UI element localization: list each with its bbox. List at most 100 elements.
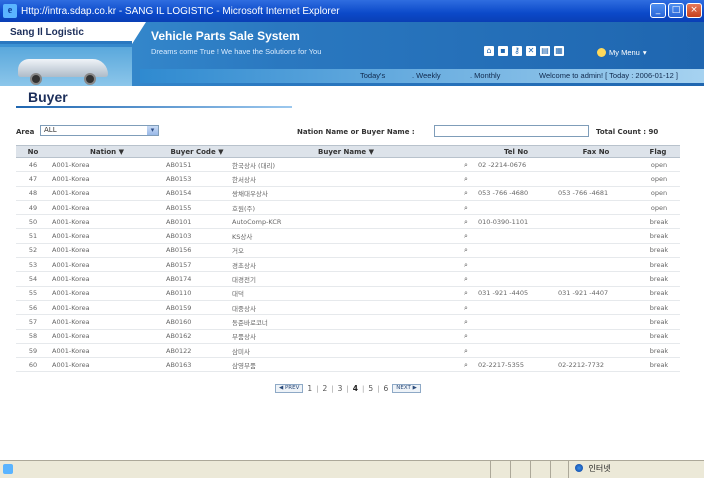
page-1[interactable]: 1 [307,384,312,393]
close-button[interactable]: × [686,3,702,18]
area-select[interactable]: ALL ▾ [40,125,159,136]
page-5[interactable]: 5 [368,384,373,393]
row-buyer-name: 거오 [230,243,462,259]
close-icon[interactable]: ✕ [526,46,536,56]
chevron-down-icon: ▾ [642,48,647,57]
search-input[interactable] [434,125,589,137]
row-flag: break [636,271,680,287]
row-fax-no: 02-2212-7732 [556,357,636,373]
page-6[interactable]: 6 [384,384,389,393]
search-icon[interactable]: ⌕ [464,218,472,226]
search-icon[interactable]: ⌕ [464,246,472,254]
row-buyer-code: AB0154 [164,186,230,201]
search-icon[interactable]: ⌕ [464,304,472,312]
col-search [462,145,476,158]
nav-today[interactable]: Today's [360,71,385,80]
row-buyer-code: AB0162 [164,329,230,344]
maximize-button[interactable]: □ [668,3,684,18]
row-buyer-name: AutoComp-KCR [230,214,462,230]
col-buyer-name[interactable]: Buyer Name ▼ [230,145,462,158]
company-logo[interactable]: Sang Il Logistic [10,27,84,38]
window-controls: _ □ × [650,3,702,18]
my-menu-label: My Menu [609,48,640,57]
row-no: 60 [16,357,50,373]
search-icon[interactable]: ⌕ [464,204,472,212]
row-tel-no [476,329,556,344]
window-title: Http://intra.sdap.co.kr - SANG IL LOGIST… [21,5,340,17]
prev-button[interactable]: ◀ PREV [275,384,304,393]
table-row[interactable]: 55 A001-Korea AB0110 대덕 ⌕ 031 -921 -4405 031 -… [16,286,680,301]
row-tel-no [476,228,556,244]
row-nation: A001-Korea [50,157,164,173]
chevron-down-icon[interactable]: ▾ [147,126,158,135]
table-row[interactable]: 58 A001-Korea AB0162 부품상사 ⌕ break [16,329,680,344]
grid-icon[interactable]: ▦ [554,46,564,56]
row-fax-no [556,314,636,330]
col-nation[interactable]: Nation ▼ [50,145,164,158]
row-buyer-name: KS상사 [230,228,462,244]
table-row[interactable]: 52 A001-Korea AB0156 거오 ⌕ break [16,243,680,259]
col-buyer-code[interactable]: Buyer Code ▼ [164,145,230,158]
my-menu[interactable]: My Menu ▾ [597,48,647,57]
next-button[interactable]: NEXT ▶ [392,384,421,393]
search-icon[interactable]: ⌕ [464,161,472,169]
table-row[interactable]: 56 A001-Korea AB0159 대중상사 ⌕ break [16,300,680,316]
row-fax-no [556,343,636,359]
search-icon-cell: ⌕ [462,171,476,187]
search-icon[interactable]: ⌕ [464,261,472,269]
row-fax-no: 031 -921 -4407 [556,286,636,301]
row-nation: A001-Korea [50,243,164,259]
search-icon[interactable]: ⌕ [464,332,472,340]
row-tel-no: 010-0390-1101 [476,214,556,230]
key-icon[interactable]: ⚷ [512,46,522,56]
table-row[interactable]: 50 A001-Korea AB0101 AutoComp-KCR ⌕ 010-0390-… [16,214,680,230]
search-icon[interactable]: ⌕ [464,347,472,355]
table-row[interactable]: 48 A001-Korea AB0154 쌍채대우상사 ⌕ 053 -766 -4680 0… [16,186,680,201]
table-row[interactable]: 59 A001-Korea AB0122 삼미사 ⌕ break [16,343,680,359]
table-row[interactable]: 60 A001-Korea AB0163 삼영부품 ⌕ 02-2217-5355 02-22… [16,357,680,373]
area-select-value: ALL [44,126,57,134]
search-icon[interactable]: ⌕ [464,275,472,283]
search-icon[interactable]: ⌕ [464,361,472,369]
table-row[interactable]: 47 A001-Korea AB0153 한서상사 ⌕ open [16,171,680,187]
row-nation: A001-Korea [50,343,164,359]
table-row[interactable]: 51 A001-Korea AB0103 KS상사 ⌕ break [16,228,680,244]
table-row[interactable]: 53 A001-Korea AB0157 경초상사 ⌕ break [16,257,680,273]
row-no: 48 [16,186,50,201]
window-titlebar: e Http://intra.sdap.co.kr - SANG IL LOGI… [0,0,704,22]
search-icon[interactable]: ⌕ [464,175,472,183]
page-2[interactable]: 2 [323,384,328,393]
row-no: 59 [16,343,50,359]
page-3[interactable]: 3 [338,384,343,393]
nav-monthly[interactable]: . Monthly [470,71,500,80]
home-icon[interactable]: ⌂ [484,46,494,56]
toolbar-icons: ⌂ ▪ ⚷ ✕ ▤ ▦ [484,46,564,56]
row-flag: open [636,171,680,187]
row-fax-no [556,214,636,230]
table-row[interactable]: 49 A001-Korea AB0155 호원(주) ⌕ open [16,200,680,216]
search-icon[interactable]: ⌕ [464,232,472,240]
print-icon[interactable]: ▤ [540,46,550,56]
row-tel-no [476,343,556,359]
row-tel-no: 02 -2214-0676 [476,157,556,173]
row-buyer-code: AB0103 [164,228,230,244]
minimize-button[interactable]: _ [650,3,666,18]
table-row[interactable]: 57 A001-Korea AB0160 동준바로코너 ⌕ break [16,314,680,330]
save-icon[interactable]: ▪ [498,46,508,56]
logo-area: Sang Il Logistic [0,22,132,44]
page-4-current[interactable]: 4 [353,384,358,393]
search-icon[interactable]: ⌕ [464,318,472,326]
row-no: 57 [16,314,50,330]
row-no: 58 [16,329,50,344]
table-row[interactable]: 46 A001-Korea AB0151 한국상사 (대리) ⌕ 02 -2214-067… [16,157,680,173]
status-bar: 인터넷 [0,460,704,478]
row-no: 53 [16,257,50,273]
nav-weekly[interactable]: . Weekly [412,71,441,80]
page-status-icon [3,464,13,474]
row-buyer-name: 쌍채대우상사 [230,186,462,201]
table-row[interactable]: 54 A001-Korea AB0174 대경전기 ⌕ break [16,271,680,287]
row-tel-no [476,171,556,187]
search-icon[interactable]: ⌕ [464,189,472,197]
search-icon[interactable]: ⌕ [464,289,472,297]
search-icon-cell: ⌕ [462,186,476,201]
